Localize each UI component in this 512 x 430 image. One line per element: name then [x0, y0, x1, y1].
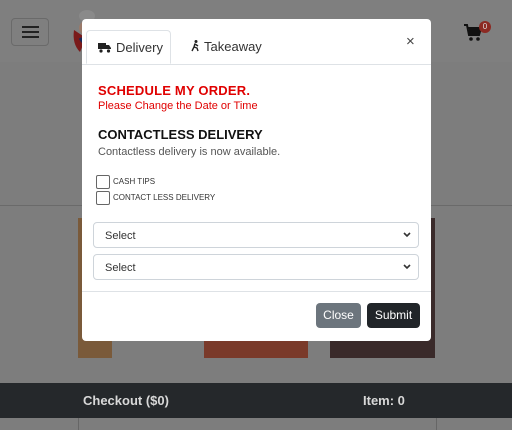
- date-select[interactable]: Select: [93, 222, 419, 248]
- contactless-subtitle: Contactless delivery is now available.: [98, 146, 281, 158]
- checkout-total[interactable]: Checkout ($0): [83, 393, 169, 408]
- cash-tips-label: CASH TIPS: [113, 177, 156, 186]
- date-select-value: Select: [105, 230, 136, 242]
- contactless-delivery-label: CONTACT LESS DELIVERY: [113, 193, 216, 202]
- chevron-down-icon: [403, 264, 411, 270]
- order-type-modal: Delivery Takeaway × SCHEDULE MY ORDER. P…: [82, 19, 431, 341]
- content-strip: [78, 416, 437, 430]
- chevron-down-icon: [403, 232, 411, 238]
- item-count: Item: 0: [363, 393, 405, 408]
- schedule-title: SCHEDULE MY ORDER.: [98, 83, 251, 98]
- tab-takeaway[interactable]: Takeaway: [185, 30, 275, 64]
- tab-delivery-label: Delivery: [116, 40, 163, 55]
- modal-footer-divider: [82, 291, 431, 292]
- close-button[interactable]: Close: [316, 303, 361, 328]
- contactless-title: CONTACTLESS DELIVERY: [98, 127, 263, 142]
- submit-button[interactable]: Submit: [367, 303, 420, 328]
- tab-takeaway-label: Takeaway: [204, 39, 262, 54]
- checkout-bar[interactable]: Checkout ($0) Item: 0: [0, 383, 512, 418]
- tab-delivery[interactable]: Delivery: [86, 30, 171, 64]
- close-icon[interactable]: ×: [406, 33, 415, 50]
- contactless-delivery-checkbox[interactable]: [96, 191, 110, 205]
- hamburger-menu-button[interactable]: [11, 18, 49, 46]
- cart-count-badge: 0: [479, 21, 491, 33]
- walking-icon: [191, 40, 199, 52]
- cash-tips-checkbox[interactable]: [96, 175, 110, 189]
- order-type-tabs: Delivery Takeaway ×: [82, 19, 431, 65]
- time-select-value: Select: [105, 262, 136, 274]
- truck-icon: [98, 43, 111, 53]
- schedule-subtitle[interactable]: Please Change the Date or Time: [98, 100, 258, 112]
- time-select[interactable]: Select: [93, 254, 419, 280]
